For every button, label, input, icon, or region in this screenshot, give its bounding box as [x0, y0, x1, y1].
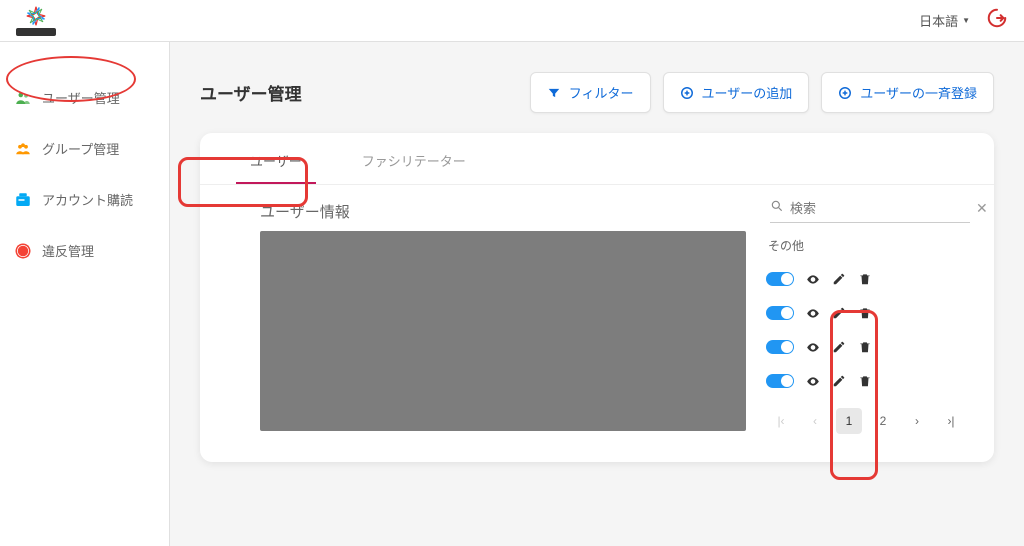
bulk-register-button[interactable]: ユーザーの一斉登録 [821, 72, 994, 113]
tab-facilitators[interactable]: ファシリテーター [332, 133, 496, 184]
plus-circle-icon [680, 86, 694, 100]
other-column-header: その他 [762, 231, 970, 262]
active-toggle[interactable] [766, 374, 794, 388]
sidebar-item-label: ユーザー管理 [42, 88, 120, 107]
eye-icon[interactable] [806, 340, 820, 354]
edit-icon[interactable] [832, 340, 846, 354]
group-icon [14, 140, 32, 158]
logo-text [16, 28, 56, 36]
tab-users[interactable]: ユーザー [220, 133, 332, 184]
page-next-icon[interactable]: › [904, 408, 930, 434]
search-input[interactable] [790, 201, 966, 216]
delete-icon[interactable] [858, 374, 872, 388]
eye-icon[interactable] [806, 374, 820, 388]
edit-icon[interactable] [832, 272, 846, 286]
users-icon [14, 89, 32, 107]
active-toggle[interactable] [766, 306, 794, 320]
page-number[interactable]: 2 [870, 408, 896, 434]
table-row [762, 296, 970, 330]
edit-icon[interactable] [832, 306, 846, 320]
delete-icon[interactable] [858, 272, 872, 286]
card-subtitle: ユーザー情報 [260, 201, 350, 222]
main-content: ユーザー管理 フィルター ユーザーの追加 [170, 42, 1024, 546]
page-title: ユーザー管理 [200, 80, 302, 105]
tabs: ユーザー ファシリテーター [200, 133, 994, 185]
tab-label: ファシリテーター [362, 154, 466, 169]
add-user-button[interactable]: ユーザーの追加 [663, 72, 810, 113]
user-card: ユーザー ファシリテーター ユーザー情報 ✕ [200, 133, 994, 462]
language-selector[interactable]: 日本語 [919, 11, 970, 30]
sidebar-item-label: アカウント購読 [42, 190, 133, 209]
sidebar-item-subscription[interactable]: アカウント購読 [0, 174, 169, 225]
logo [16, 5, 56, 36]
sidebar-item-users[interactable]: ユーザー管理 [0, 72, 169, 123]
subscription-icon [14, 191, 32, 209]
user-data-grid-redacted [260, 231, 746, 431]
delete-icon[interactable] [858, 340, 872, 354]
eye-icon[interactable] [806, 272, 820, 286]
filter-label: フィルター [569, 83, 634, 102]
language-label: 日本語 [919, 11, 958, 30]
app-header: 日本語 [0, 0, 1024, 42]
sidebar-item-violations[interactable]: 違反管理 [0, 225, 169, 276]
bulk-register-label: ユーザーの一斉登録 [860, 83, 977, 102]
filter-button[interactable]: フィルター [530, 72, 651, 113]
sidebar: ユーザー管理 グループ管理 アカウント購読 違反管理 [0, 42, 170, 546]
clear-icon[interactable]: ✕ [972, 200, 992, 217]
plus-circle-icon [838, 86, 852, 100]
violation-icon [14, 242, 32, 260]
edit-icon[interactable] [832, 374, 846, 388]
filter-icon [547, 86, 561, 100]
active-toggle[interactable] [766, 340, 794, 354]
table-row [762, 262, 970, 296]
search-field[interactable]: ✕ [770, 199, 970, 223]
table-row [762, 364, 970, 398]
page-prev-icon[interactable]: ‹ [802, 408, 828, 434]
pagination: |‹ ‹ 1 2 › ›| [762, 398, 970, 438]
sidebar-item-label: グループ管理 [42, 139, 119, 158]
sidebar-item-label: 違反管理 [42, 241, 94, 260]
active-toggle[interactable] [766, 272, 794, 286]
tab-label: ユーザー [250, 154, 302, 169]
table-row [762, 330, 970, 364]
sidebar-item-groups[interactable]: グループ管理 [0, 123, 169, 174]
logout-icon[interactable] [986, 7, 1008, 34]
eye-icon[interactable] [806, 306, 820, 320]
delete-icon[interactable] [858, 306, 872, 320]
search-icon [770, 199, 784, 218]
page-first-icon[interactable]: |‹ [768, 408, 794, 434]
page-number[interactable]: 1 [836, 408, 862, 434]
logo-icon [25, 5, 47, 27]
page-last-icon[interactable]: ›| [938, 408, 964, 434]
add-user-label: ユーザーの追加 [702, 83, 793, 102]
